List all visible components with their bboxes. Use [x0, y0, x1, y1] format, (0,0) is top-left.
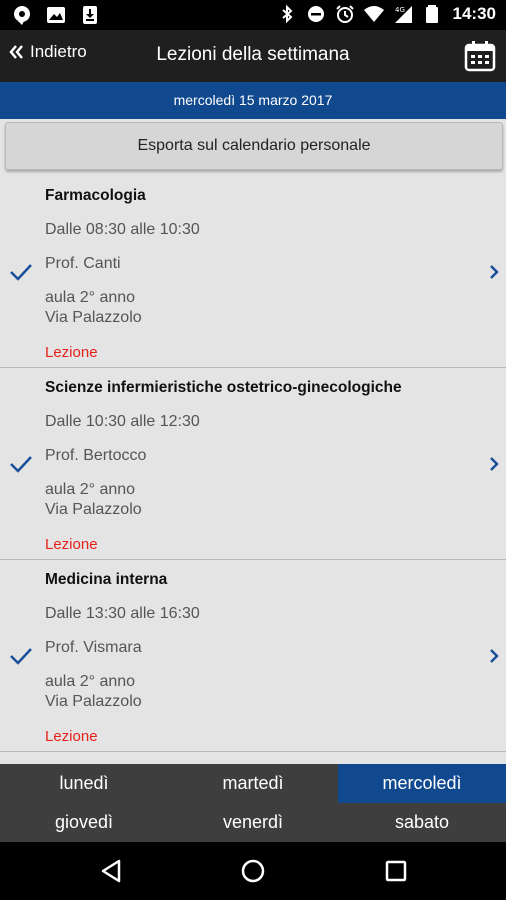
lesson-time: Dalle 13:30 alle 16:30 [45, 605, 200, 622]
lesson-address: Via Palazzolo [45, 501, 142, 518]
lesson-course: Scienze infermieristiche ostetrico-ginec… [45, 379, 402, 396]
day-tab-venerdi[interactable]: venerdì [169, 803, 337, 842]
wifi-icon [363, 6, 384, 22]
day-tab-mercoledi[interactable]: mercoledì [338, 764, 506, 803]
checkmark-icon [10, 456, 32, 473]
svg-text:4G: 4G [395, 6, 405, 14]
day-tab-lunedi[interactable]: lunedì [0, 764, 168, 803]
system-nav-bar [0, 842, 506, 900]
status-bar: 4G 14:30 [0, 0, 506, 30]
app-bar: Indietro Lezioni della settimana [0, 30, 506, 82]
day-tabs: lunedì martedì mercoledì giovedì venerdì… [0, 764, 506, 842]
status-left-icons [12, 5, 100, 25]
checkmark-icon [10, 264, 32, 281]
lesson-room: aula 2° anno [45, 481, 136, 498]
lesson-type: Lezione [45, 728, 98, 745]
lesson-professor: Prof. Canti [45, 255, 121, 272]
lesson-professor: Prof. Bertocco [45, 447, 147, 464]
lesson-time: Dalle 08:30 alle 10:30 [45, 221, 200, 238]
image-icon [47, 7, 65, 23]
chevron-right-icon [490, 265, 499, 279]
battery-icon [425, 5, 438, 23]
alarm-icon [335, 5, 354, 23]
chat-bubble-icon [14, 6, 30, 25]
home-circle-icon[interactable] [239, 857, 267, 885]
lesson-address: Via Palazzolo [45, 693, 142, 710]
checkmark-icon [10, 648, 32, 665]
status-clock: 14:30 [452, 4, 496, 23]
signal-4g-icon: 4G [394, 6, 412, 23]
lesson-time: Dalle 10:30 alle 12:30 [45, 413, 200, 430]
lesson-course: Medicina interna [45, 571, 168, 588]
chevron-right-icon [490, 457, 499, 471]
export-calendar-button[interactable]: Esporta sul calendario personale [5, 122, 503, 170]
back-triangle-icon[interactable] [97, 857, 125, 885]
page-title: Lezioni della settimana [156, 44, 350, 65]
lesson-type: Lezione [45, 536, 98, 553]
lesson-course: Farmacologia [45, 187, 146, 204]
bluetooth-icon [281, 4, 292, 24]
lesson-item[interactable]: Medicina interna Dalle 13:30 alle 16:30 … [0, 560, 506, 752]
day-tab-sabato[interactable]: sabato [338, 803, 506, 842]
day-tab-martedi[interactable]: martedì [169, 764, 337, 803]
lesson-item[interactable]: Scienze infermieristiche ostetrico-ginec… [0, 368, 506, 560]
lesson-item[interactable]: Farmacologia Dalle 08:30 alle 10:30 Prof… [0, 176, 506, 368]
lesson-list: Farmacologia Dalle 08:30 alle 10:30 Prof… [0, 176, 506, 764]
lesson-type: Lezione [45, 344, 98, 361]
lesson-address: Via Palazzolo [45, 309, 142, 326]
selected-date: mercoledì 15 marzo 2017 [0, 82, 506, 119]
lesson-room: aula 2° anno [45, 673, 136, 690]
lesson-professor: Prof. Vismara [45, 639, 142, 656]
lesson-room: aula 2° anno [45, 289, 136, 306]
do-not-disturb-icon [307, 6, 324, 22]
calendar-icon[interactable] [464, 40, 496, 72]
chevron-right-icon [490, 649, 499, 663]
download-icon [83, 6, 97, 24]
day-tab-giovedi[interactable]: giovedì [0, 803, 168, 842]
status-right-icons: 4G 14:30 [277, 4, 496, 24]
recents-square-icon[interactable] [382, 857, 410, 885]
